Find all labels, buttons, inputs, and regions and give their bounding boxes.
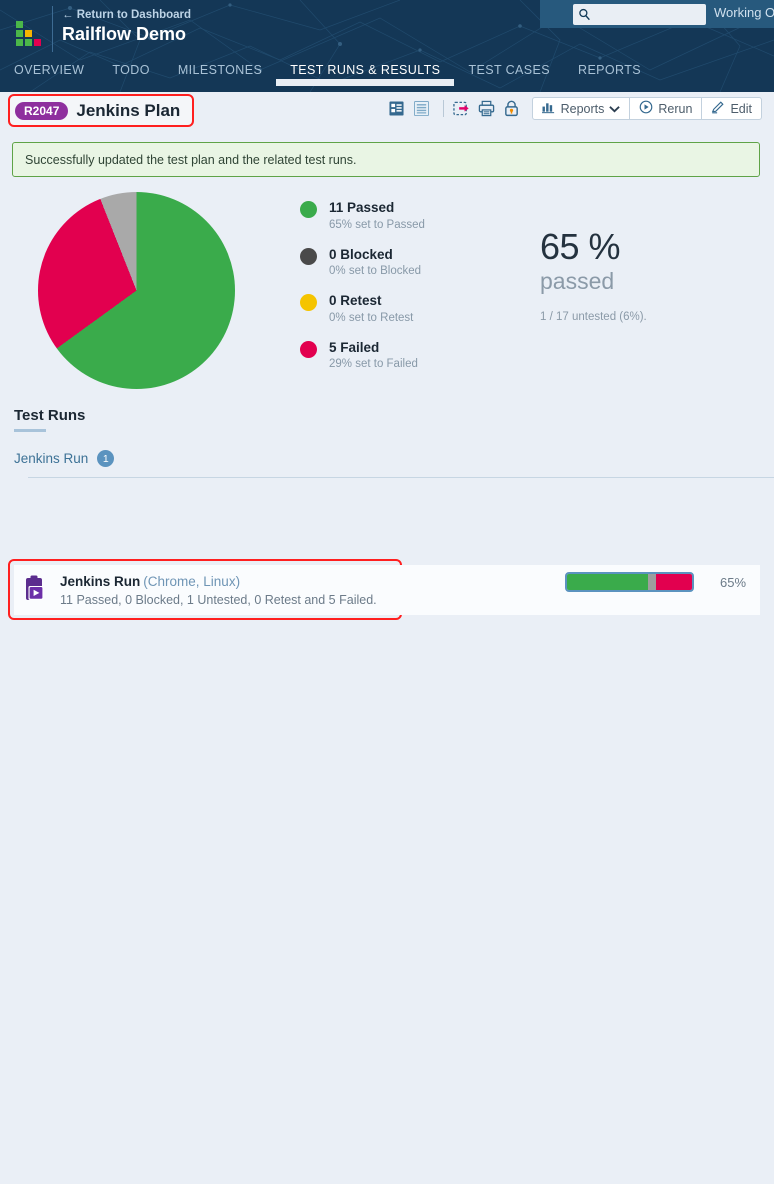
test-run-percent: 65%	[720, 575, 747, 590]
legend-item-failed: 5 Failed 29% set to Failed	[300, 339, 425, 373]
pass-rate-percent: 65 %	[540, 226, 621, 267]
plan-toolbar: Reports Rerun Edit	[386, 97, 762, 120]
progress-segment-passed	[567, 574, 649, 590]
tab-overview[interactable]: OVERVIEW	[0, 60, 98, 86]
rerun-button[interactable]: Rerun	[630, 98, 703, 119]
test-run-config: (Chrome, Linux)	[143, 573, 241, 589]
test-run-progress-bar	[565, 572, 694, 592]
test-run-play-icon	[22, 575, 48, 605]
plan-title-highlight-box: R2047 Jenkins Plan	[8, 94, 195, 127]
edit-button[interactable]: Edit	[702, 98, 761, 119]
legend-item-retest: 0 Retest 0% set to Retest	[300, 292, 425, 326]
legend-retest-count: 0 Retest	[329, 293, 382, 309]
layout-grid-icon[interactable]	[386, 98, 408, 120]
layout-list-icon[interactable]	[411, 98, 433, 120]
project-title: Railflow Demo	[62, 24, 187, 44]
legend-passed-count: 11 Passed	[329, 200, 395, 215]
lock-icon[interactable]	[501, 98, 523, 120]
play-circle-icon	[639, 100, 653, 117]
working-on-label: Working O	[714, 5, 774, 20]
success-alert: Successfully updated the test plan and t…	[12, 142, 760, 177]
test-run-group-name[interactable]: Jenkins Run	[14, 451, 88, 466]
legend-dot-blocked	[300, 247, 317, 265]
header-divider	[52, 6, 53, 52]
toolbar-button-group: Reports Rerun Edit	[531, 97, 762, 120]
bar-chart-icon	[541, 101, 556, 117]
tab-milestones[interactable]: MILESTONES	[164, 60, 276, 86]
chevron-down-icon	[609, 102, 621, 116]
page-title: Jenkins Plan	[76, 100, 181, 120]
heading-underline	[14, 429, 46, 432]
alert-message: Successfully updated the test plan and t…	[25, 152, 357, 167]
reports-dropdown-button[interactable]: Reports	[533, 98, 631, 119]
plan-id-badge: R2047	[15, 101, 69, 120]
legend-retest-sub: 0% set to Retest	[329, 311, 414, 324]
test-run-title-text: Jenkins Run	[60, 573, 141, 589]
global-search[interactable]	[573, 4, 706, 25]
test-run-group-count: 1	[97, 450, 115, 467]
app-header: Working O ← Return to Dashboard Railflow…	[0, 0, 774, 92]
results-pie-chart	[38, 192, 235, 389]
legend-failed-count: 5 Failed	[329, 339, 380, 355]
plan-summary-section: 11 Passed 65% set to Passed 0 Blocked 0%…	[0, 177, 774, 407]
pencil-icon	[711, 100, 725, 117]
legend-dot-passed	[300, 201, 317, 218]
test-runs-heading: Test Runs	[14, 407, 86, 424]
return-to-dashboard-link[interactable]: ← Return to Dashboard	[62, 9, 191, 21]
untested-note: 1 / 17 untested (6%).	[540, 310, 647, 323]
print-icon[interactable]	[476, 98, 498, 120]
railflow-logo-icon	[12, 21, 41, 49]
test-run-row[interactable]: Jenkins Run (Chrome, Linux) 11 Passed, 0 …	[0, 556, 774, 1184]
primary-nav-tabs: OVERVIEW TODO MILESTONES TEST RUNS & RES…	[0, 60, 655, 92]
pie-legend: 11 Passed 65% set to Passed 0 Blocked 0%…	[300, 199, 425, 386]
test-runs-section: Test Runs Jenkins Run 1	[0, 407, 774, 478]
rerun-label: Rerun	[658, 101, 693, 116]
toolbar-separator	[442, 100, 444, 117]
legend-dot-failed	[300, 340, 317, 358]
test-run-group-header[interactable]: Jenkins Run 1	[14, 450, 774, 467]
tab-reports[interactable]: REPORTS	[564, 60, 655, 86]
reports-label: Reports	[560, 101, 605, 116]
search-icon	[578, 8, 591, 21]
export-icon[interactable]	[451, 98, 473, 120]
edit-label: Edit	[730, 101, 752, 116]
legend-item-passed: 11 Passed 65% set to Passed	[300, 199, 425, 233]
legend-failed-sub: 29% set to Failed	[329, 358, 418, 371]
legend-passed-sub: 65% set to Passed	[329, 218, 425, 231]
group-divider	[28, 477, 774, 478]
tab-test-runs-and-results[interactable]: TEST RUNS & RESULTS	[276, 60, 455, 86]
pass-rate-stat: 65 % passed 1 / 17 untested (6%).	[540, 229, 647, 323]
plan-title-bar: R2047 Jenkins Plan Reports Rerun Edit	[0, 92, 774, 132]
legend-item-blocked: 0 Blocked 0% set to Blocked	[300, 246, 425, 280]
test-run-summary: 11 Passed, 0 Blocked, 1 Untested, 0 Rete…	[60, 592, 377, 607]
search-input[interactable]	[591, 6, 691, 23]
legend-blocked-count: 0 Blocked	[329, 246, 393, 262]
legend-dot-retest	[300, 294, 317, 312]
progress-segment-failed	[655, 574, 692, 590]
scroll-edge	[770, 1112, 774, 1184]
pass-rate-word: passed	[540, 268, 615, 294]
tab-test-cases[interactable]: TEST CASES	[454, 60, 564, 86]
progress-segment-untested	[648, 574, 656, 590]
tab-todo[interactable]: TODO	[98, 60, 163, 86]
legend-blocked-sub: 0% set to Blocked	[329, 265, 422, 278]
